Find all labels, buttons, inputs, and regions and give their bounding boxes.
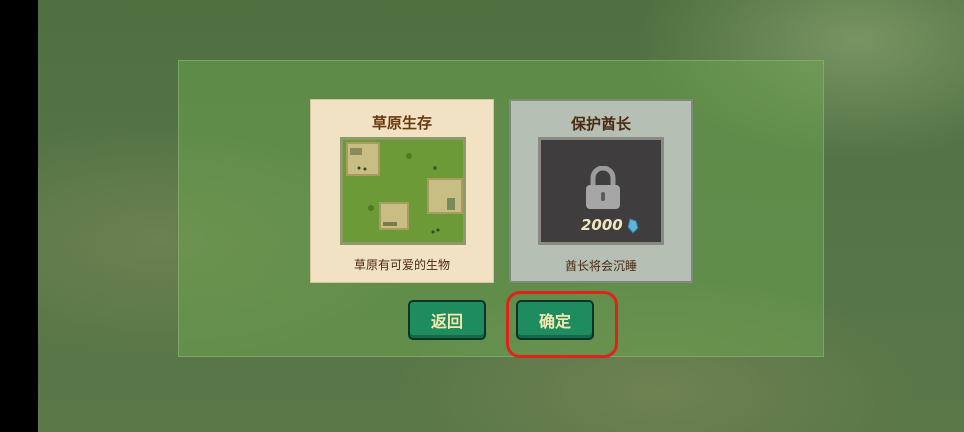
unlock-cost: 2000 [581,216,623,234]
mode-card-description: 酋长将会沉睡 [564,259,637,273]
mode-card-grassland-survival[interactable]: 草原生存 草原有可爱的生物 [310,99,494,283]
mode-card-title: 保护酋长 [570,115,631,133]
mode-card-title: 草原生存 [371,114,432,132]
back-button[interactable]: 返回 [408,300,486,340]
locked-map-preview: 2000 [538,137,664,245]
grassland-map-preview [340,137,466,245]
left-black-bar [0,0,38,432]
mode-card-description: 草原有可爱的生物 [353,258,450,272]
map-details [350,148,455,234]
mode-card-protect-chief[interactable]: 保护酋长 2000 酋长将会沉睡 [509,99,693,283]
lock-icon [586,166,620,209]
confirm-highlight-outline [506,291,618,358]
gem-icon [627,218,639,234]
mode-select-panel [178,60,824,357]
